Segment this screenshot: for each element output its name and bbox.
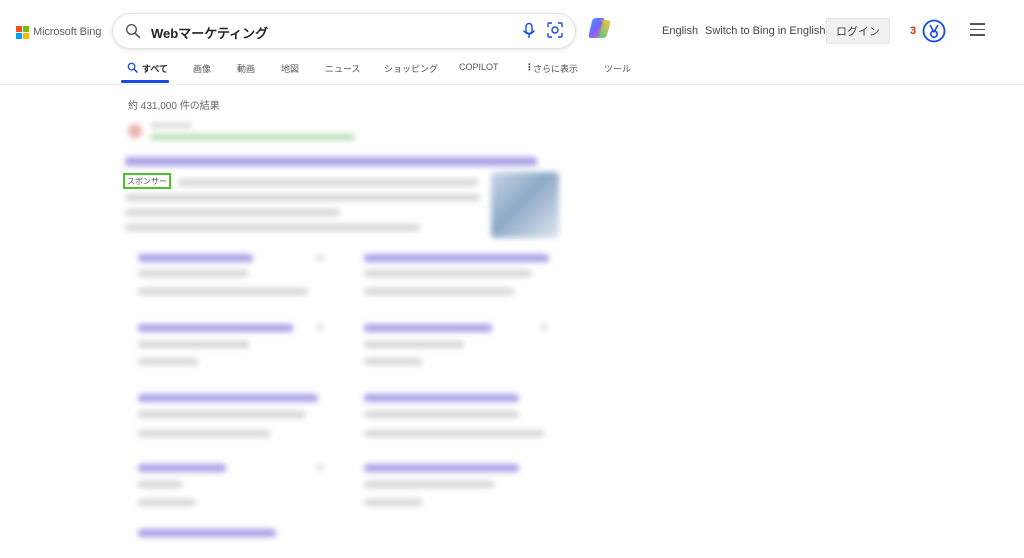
tab-search-icon xyxy=(127,62,138,73)
english-link[interactable]: English xyxy=(662,25,698,37)
login-button[interactable]: ログイン xyxy=(826,18,890,44)
hamburger-menu-icon[interactable] xyxy=(970,23,986,37)
tab-more[interactable]: さらに表示 xyxy=(533,62,578,75)
tab-maps[interactable]: 地図 xyxy=(281,62,299,75)
tab-news[interactable]: ニュース xyxy=(325,62,361,75)
rewards-medal-icon[interactable] xyxy=(922,19,946,43)
tab-images[interactable]: 画像 xyxy=(193,62,211,75)
tab-all[interactable]: すべて xyxy=(142,62,168,75)
bing-logo[interactable]: Microsoft Bing xyxy=(16,24,101,40)
switch-language-link[interactable]: Switch to Bing in English xyxy=(705,25,825,37)
visual-search-icon[interactable] xyxy=(547,22,563,38)
header-bar: Microsoft Bing Webマーケティング English Switch… xyxy=(0,0,1024,85)
copilot-icon[interactable] xyxy=(587,15,613,41)
microphone-icon[interactable] xyxy=(521,22,537,40)
tab-shopping[interactable]: ショッピング xyxy=(384,62,438,75)
active-tab-indicator xyxy=(121,80,169,83)
tab-copilot[interactable]: COPILOT xyxy=(459,62,499,72)
reward-points: 3 xyxy=(910,25,917,37)
microsoft-logo-icon xyxy=(16,26,29,39)
tab-videos[interactable]: 動画 xyxy=(237,62,255,75)
sponsored-label: スポンサー xyxy=(123,173,171,189)
logo-text: Microsoft Bing xyxy=(33,26,102,38)
search-box[interactable]: Webマーケティング xyxy=(112,13,576,49)
tab-tools[interactable]: ツール xyxy=(604,62,631,75)
search-icon xyxy=(125,23,141,39)
result-count: 約 431,000 件の結果 xyxy=(128,101,220,112)
search-input[interactable]: Webマーケティング xyxy=(151,23,268,42)
